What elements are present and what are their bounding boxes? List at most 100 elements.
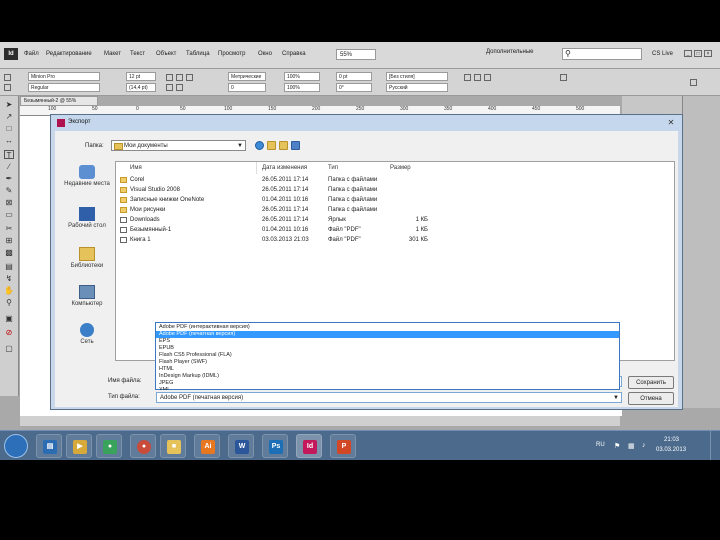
none-swatch-icon[interactable]: ⊘ — [4, 328, 14, 337]
filetype-option[interactable]: XML — [156, 387, 619, 390]
tracking-field[interactable]: 0 — [228, 83, 266, 92]
align-left-icon[interactable] — [464, 74, 471, 81]
character-style-field[interactable]: [Без стиля] — [386, 72, 448, 81]
fill-stroke-icon[interactable]: ▣ — [4, 314, 14, 323]
language-indicator[interactable]: RU — [596, 442, 605, 448]
zoom-select[interactable]: 55% — [336, 49, 376, 60]
underline-icon[interactable] — [166, 84, 173, 91]
character-mode-icon[interactable] — [4, 74, 11, 81]
superscript-icon[interactable] — [186, 74, 193, 81]
vertical-scale-field[interactable]: 100% — [284, 72, 320, 81]
column-name[interactable]: Имя — [130, 165, 142, 171]
screen-mode-icon[interactable]: ▢ — [4, 344, 14, 353]
hand-tool-icon[interactable]: ✋ — [4, 286, 14, 295]
place-recent[interactable]: Недавние места — [59, 165, 115, 187]
leading-field[interactable]: (14,4 pt) — [126, 83, 156, 92]
menu-help[interactable]: Справка — [282, 51, 306, 57]
zoom-tool-icon[interactable]: ⚲ — [4, 298, 14, 307]
taskbar-app[interactable]: ● — [96, 434, 122, 458]
close-icon[interactable]: × — [704, 50, 712, 57]
language-field[interactable]: Русский — [386, 83, 448, 92]
note-tool-icon[interactable]: ▤ — [4, 262, 14, 271]
tray-flag-icon[interactable]: ⚑ — [614, 442, 620, 450]
document-tab[interactable]: Безымянный-2 @ 55% — [20, 96, 98, 106]
back-icon[interactable] — [255, 141, 264, 150]
eyedropper-tool-icon[interactable]: ↯ — [4, 274, 14, 283]
scissors-tool-icon[interactable]: ✂ — [4, 224, 14, 233]
font-style-field[interactable]: Regular — [28, 83, 100, 92]
selection-tool-icon[interactable]: ➤ — [4, 100, 14, 109]
up-folder-icon[interactable] — [267, 141, 276, 150]
taskbar-app[interactable]: W — [228, 434, 254, 458]
file-row[interactable]: Corel 26.05.2011 17:14 Папка с файлами — [116, 176, 676, 185]
filetype-option[interactable]: Flash Player (SWF) — [156, 359, 619, 366]
filetype-option[interactable]: InDesign Markup (IDML) — [156, 373, 619, 380]
file-row[interactable]: Мои рисунки 26.05.2011 17:14 Папка с фай… — [116, 206, 676, 215]
taskbar-app[interactable]: ▶ — [66, 434, 92, 458]
gap-tool-icon[interactable]: ↔ — [4, 136, 14, 145]
menu-table[interactable]: Таблица — [186, 51, 210, 57]
taskbar-app[interactable]: Ai — [194, 434, 220, 458]
menu-file[interactable]: Файл — [24, 51, 39, 57]
filetype-option-selected[interactable]: Adobe PDF (печатная версия) — [156, 331, 619, 338]
type-tool-icon[interactable]: T — [4, 150, 14, 160]
panels-dock[interactable] — [682, 96, 720, 408]
taskbar-app[interactable]: ▤ — [36, 434, 62, 458]
strikethrough-icon[interactable] — [176, 84, 183, 91]
filetype-option[interactable]: Adobe PDF (интерактивная версия) — [156, 324, 619, 331]
small-caps-icon[interactable] — [176, 74, 183, 81]
filetype-select[interactable]: Adobe PDF (печатная версия) ▼ — [156, 392, 622, 403]
gradient-tool-icon[interactable]: ▩ — [4, 248, 14, 257]
pencil-tool-icon[interactable]: ✎ — [4, 186, 14, 195]
menu-layout[interactable]: Макет — [104, 51, 121, 57]
file-row[interactable]: Visual Studio 2008 26.05.2011 17:14 Папк… — [116, 186, 676, 195]
menu-view[interactable]: Просмотр — [218, 51, 245, 57]
dialog-close-icon[interactable]: ✕ — [666, 118, 676, 127]
view-menu-icon[interactable] — [291, 141, 300, 150]
transform-tool-icon[interactable]: ⊞ — [4, 236, 14, 245]
filetype-dropdown-list[interactable]: Adobe PDF (интерактивная версия) Adobe P… — [155, 322, 620, 390]
column-size[interactable]: Размер — [390, 165, 411, 171]
file-row[interactable]: Записные книжки OneNote 01.04.2011 10:16… — [116, 196, 676, 205]
taskbar-app[interactable]: Ps — [262, 434, 288, 458]
place-network[interactable]: Сеть — [59, 323, 115, 345]
workspace-switcher[interactable]: Дополнительные — [486, 49, 534, 55]
file-row[interactable]: Downloads 26.05.2011 17:14 Ярлык 1 КБ — [116, 216, 676, 225]
filetype-option[interactable]: HTML — [156, 366, 619, 373]
folder-select[interactable]: Мои документы ▼ — [111, 140, 246, 151]
column-type[interactable]: Тип — [328, 165, 338, 171]
font-family-field[interactable]: Minion Pro — [28, 72, 100, 81]
cancel-button[interactable]: Отмена — [628, 392, 674, 405]
taskbar-app[interactable]: ■ — [160, 434, 186, 458]
menu-edit[interactable]: Редактирование — [46, 51, 92, 57]
file-row[interactable]: Безымянный-1 01.04.2011 10:16 Файл "PDF"… — [116, 226, 676, 235]
save-button[interactable]: Сохранить — [628, 376, 674, 389]
filetype-option[interactable]: EPUB — [156, 345, 619, 352]
page-tool-icon[interactable]: □ — [4, 124, 14, 133]
all-caps-icon[interactable] — [166, 74, 173, 81]
file-row[interactable]: Книга 1 03.03.2013 21:03 Файл "PDF" 301 … — [116, 236, 676, 245]
horizontal-scale-field[interactable]: 100% — [284, 83, 320, 92]
direct-selection-tool-icon[interactable]: ↗ — [4, 112, 14, 121]
column-date[interactable]: Дата изменения — [262, 165, 307, 171]
pen-tool-icon[interactable]: ✒ — [4, 174, 14, 183]
show-desktop-button[interactable] — [710, 431, 720, 460]
taskbar-app-active[interactable]: Id — [296, 434, 322, 458]
network-icon[interactable]: ▦ — [628, 442, 635, 450]
new-folder-icon[interactable] — [279, 141, 288, 150]
maximize-icon[interactable]: □ — [694, 50, 702, 57]
minimize-icon[interactable]: _ — [684, 50, 692, 57]
align-center-icon[interactable] — [474, 74, 481, 81]
line-tool-icon[interactable]: ∕ — [4, 162, 14, 171]
menu-window[interactable]: Окно — [258, 51, 272, 57]
filetype-option[interactable]: Flash CS5 Professional (FLA) — [156, 352, 619, 359]
align-right-icon[interactable] — [484, 74, 491, 81]
kerning-field[interactable]: Метрические — [228, 72, 266, 81]
rectangle-tool-icon[interactable]: ▭ — [4, 210, 14, 219]
skew-field[interactable]: 0° — [336, 83, 372, 92]
menu-object[interactable]: Объект — [156, 51, 176, 57]
filetype-option[interactable]: JPEG — [156, 380, 619, 387]
paragraph-option-icon[interactable] — [560, 74, 567, 81]
cs-live-button[interactable]: CS Live — [652, 51, 673, 57]
baseline-shift-field[interactable]: 0 pt — [336, 72, 372, 81]
